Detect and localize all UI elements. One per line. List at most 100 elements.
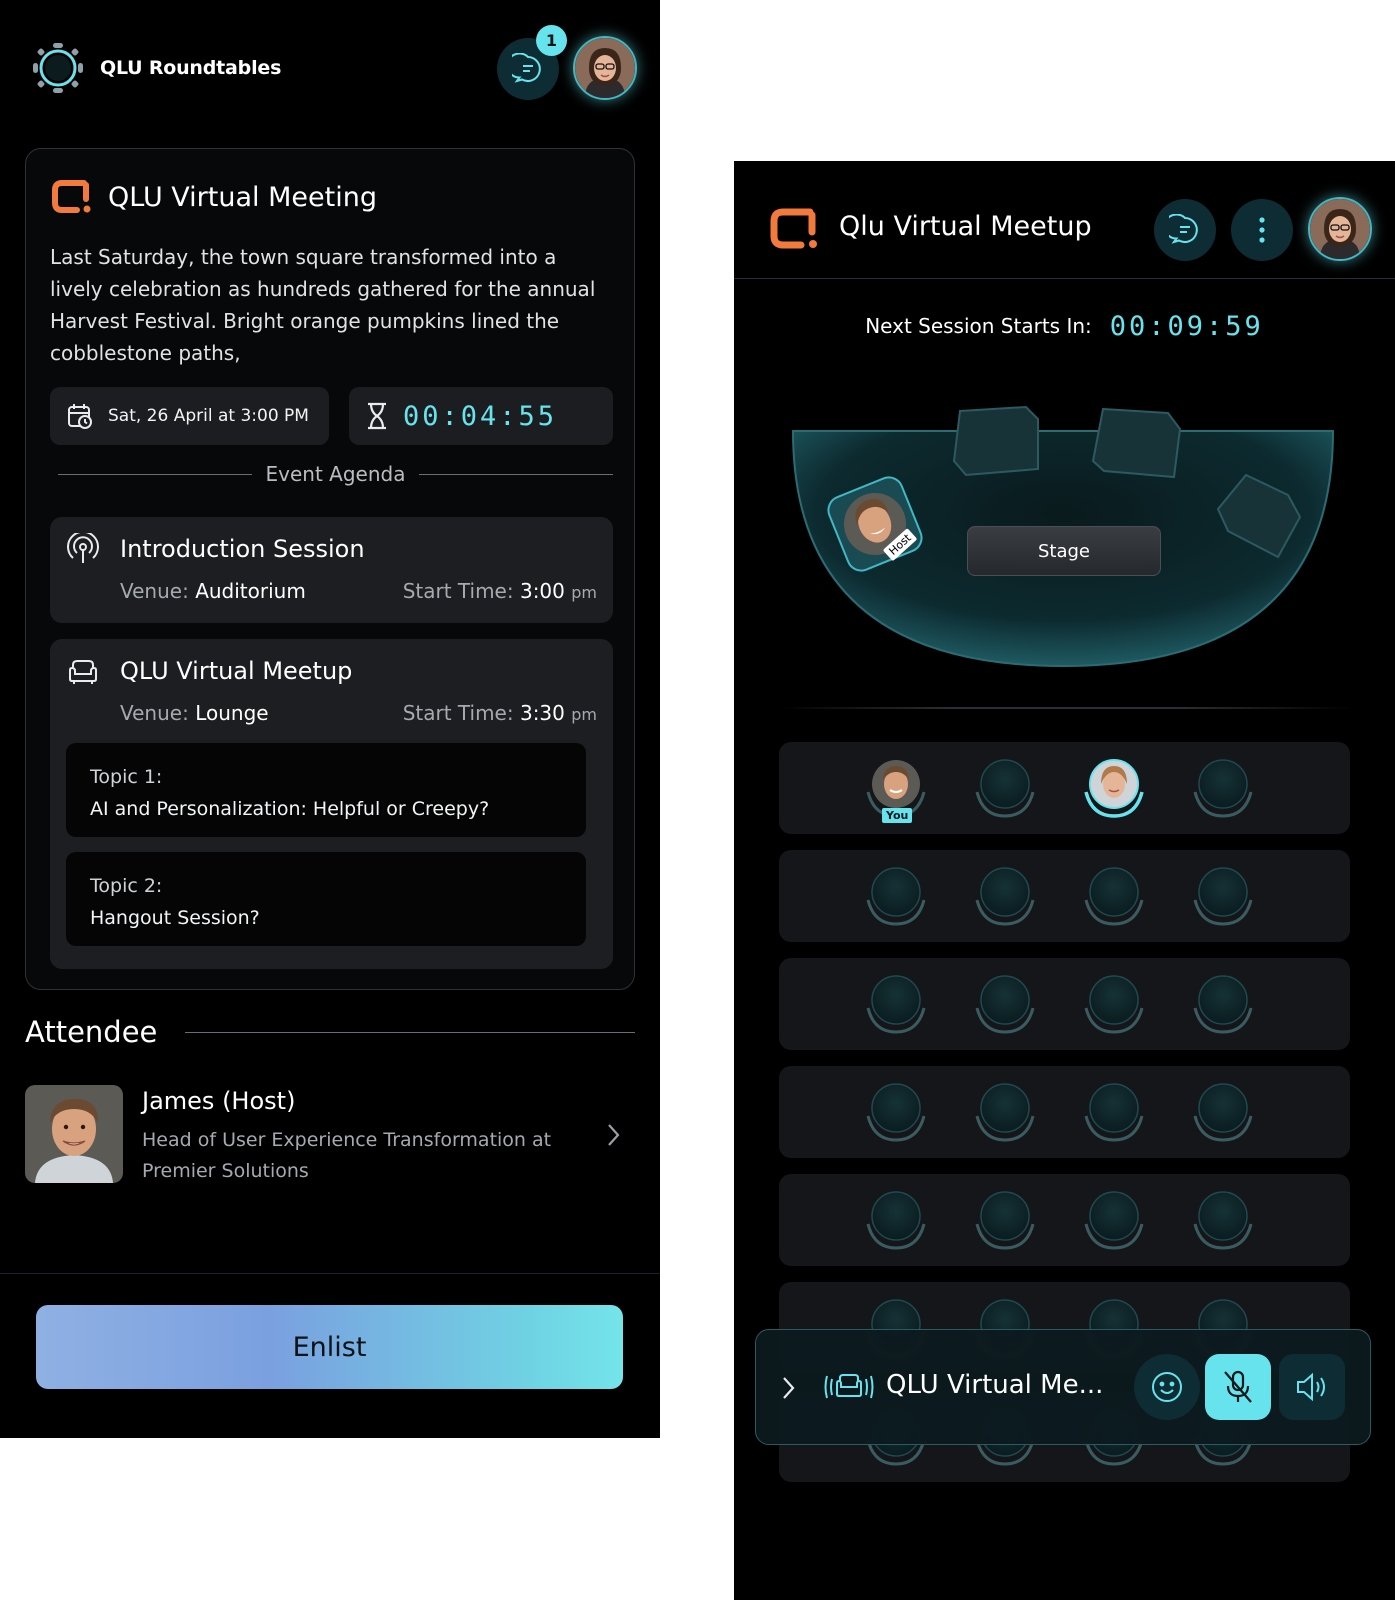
- agenda-session[interactable]: QLU Virtual Meetup Venue: Lounge Start T…: [50, 639, 613, 969]
- seat-empty[interactable]: [862, 864, 930, 932]
- empty-seat-icon: [866, 867, 926, 926]
- seat-empty[interactable]: [1080, 1080, 1148, 1148]
- control-bar-title: QLU Virtual Me...: [886, 1370, 1104, 1400]
- seat-empty[interactable]: [1189, 864, 1257, 932]
- brand[interactable]: QLU Roundtables: [30, 40, 281, 96]
- event-details-screen: QLU Roundtables 1 QLU Virtual Meeting La…: [0, 0, 660, 1438]
- session-venue: Venue: Auditorium: [120, 579, 306, 603]
- seat-you[interactable]: You: [862, 756, 930, 824]
- roundtable-logo-icon: [33, 43, 83, 93]
- seat-row: [779, 958, 1350, 1050]
- seat-empty[interactable]: [862, 1188, 930, 1256]
- podcast-icon: [67, 533, 99, 563]
- user-portrait-icon: [575, 38, 635, 98]
- divider-line: [419, 473, 613, 475]
- empty-seat-icon: [1193, 1083, 1253, 1142]
- seat-empty[interactable]: [1189, 756, 1257, 824]
- empty-seat-icon: [866, 975, 926, 1034]
- next-session-countdown: 00:09:59: [1109, 311, 1264, 342]
- app-name: QLU Roundtables: [100, 57, 282, 79]
- event-date-chip: Sat, 26 April at 3:00 PM: [50, 387, 329, 445]
- seat-empty[interactable]: [1189, 972, 1257, 1040]
- topic-title: Hangout Session?: [90, 907, 260, 929]
- seat-row: [779, 1174, 1350, 1266]
- user-avatar[interactable]: [1308, 197, 1372, 261]
- empty-seat-icon: [975, 759, 1035, 818]
- session-start-time: Start Time: 3:30 pm: [402, 701, 597, 725]
- chat-bubble-icon: [1169, 214, 1198, 244]
- seat-empty[interactable]: [1080, 864, 1148, 932]
- empty-seat-icon: [1084, 867, 1144, 926]
- seat-empty[interactable]: [971, 972, 1039, 1040]
- hourglass-icon: [368, 402, 386, 430]
- stage-button[interactable]: Stage: [967, 526, 1161, 576]
- chevron-right-icon[interactable]: [601, 1119, 625, 1151]
- empty-seat-icon: [1193, 759, 1253, 818]
- mute-toggle-button[interactable]: [1205, 1354, 1271, 1420]
- you-tag: You: [882, 808, 913, 823]
- topic-title: AI and Personalization: Helpful or Creep…: [90, 798, 490, 820]
- session-venue: Venue: Lounge: [120, 701, 269, 725]
- seat-empty[interactable]: [862, 1080, 930, 1148]
- attendee-seat-avatar-icon: [1084, 759, 1144, 818]
- attendee-portrait-icon: [25, 1085, 123, 1183]
- more-options-button[interactable]: [1231, 199, 1293, 261]
- chat-button[interactable]: [1154, 199, 1216, 261]
- notification-badge: 1: [536, 25, 567, 56]
- footer-divider: [0, 1273, 660, 1274]
- empty-seat-icon: [975, 867, 1035, 926]
- seat-empty[interactable]: [1189, 1188, 1257, 1256]
- next-session-label: Next Session Starts In:: [865, 314, 1092, 338]
- empty-seat-icon: [1193, 1191, 1253, 1250]
- chevron-right-icon[interactable]: [780, 1372, 798, 1404]
- empty-seat-icon: [1084, 975, 1144, 1034]
- session-topic: Topic 1: AI and Personalization: Helpful…: [66, 743, 586, 837]
- mic-off-icon: [1224, 1370, 1252, 1403]
- seat-occupied[interactable]: [1080, 756, 1148, 824]
- speaker-button[interactable]: [1279, 1354, 1345, 1420]
- empty-seat-icon: [866, 1191, 926, 1250]
- attendee-heading: Attendee: [25, 1015, 158, 1049]
- room-title: Qlu Virtual Meetup: [839, 211, 1092, 242]
- user-avatar[interactable]: [573, 36, 637, 100]
- session-start-time: Start Time: 3:00 pm: [402, 579, 597, 603]
- seat-row: You: [779, 742, 1350, 834]
- event-countdown: 00:04:55: [403, 400, 558, 432]
- seat-empty[interactable]: [862, 972, 930, 1040]
- topic-label: Topic 1:: [90, 766, 163, 788]
- seat-empty[interactable]: [1189, 1080, 1257, 1148]
- agenda-label: Event Agenda: [265, 462, 406, 486]
- reaction-button[interactable]: [1134, 1354, 1200, 1420]
- empty-seat-icon: [975, 975, 1035, 1034]
- seat-row: [779, 850, 1350, 942]
- seat-empty[interactable]: [1080, 972, 1148, 1040]
- top-bar: QLU Roundtables 1: [0, 0, 660, 130]
- seat-empty[interactable]: [971, 864, 1039, 932]
- seat-empty[interactable]: [971, 756, 1039, 824]
- seat-empty[interactable]: [971, 1188, 1039, 1256]
- empty-seat-icon: [1193, 975, 1253, 1034]
- session-topic: Topic 2: Hangout Session?: [66, 852, 586, 946]
- attendee-item[interactable]: James (Host) Head of User Experience Tra…: [25, 1085, 635, 1185]
- speaker-icon: [1297, 1372, 1325, 1402]
- seat-empty[interactable]: [1080, 1188, 1148, 1256]
- lounge-room-screen: Qlu Virtual Meetup Next Session Starts I…: [734, 161, 1395, 1600]
- empty-seat-icon: [1084, 1191, 1144, 1250]
- event-header: QLU Virtual Meeting: [50, 177, 377, 217]
- attendee-name: James (Host): [142, 1087, 296, 1115]
- seat-empty[interactable]: [971, 1080, 1039, 1148]
- divider-line: [185, 1031, 635, 1033]
- empty-seat-icon: [975, 1191, 1035, 1250]
- agenda-divider: Event Agenda: [58, 459, 613, 489]
- divider-line: [58, 473, 252, 475]
- qlu-logo-icon: [52, 180, 91, 213]
- more-vertical-icon: [1259, 217, 1265, 243]
- event-title: QLU Virtual Meeting: [108, 181, 377, 213]
- user-portrait-icon: [1310, 199, 1370, 259]
- agenda-session[interactable]: Introduction Session Venue: Auditorium S…: [50, 517, 613, 623]
- empty-seat-icon: [1193, 867, 1253, 926]
- enlist-button[interactable]: Enlist: [36, 1305, 623, 1389]
- empty-seat-icon: [1084, 1083, 1144, 1142]
- sofa-icon: [69, 660, 97, 684]
- room-control-bar: QLU Virtual Me...: [755, 1329, 1371, 1445]
